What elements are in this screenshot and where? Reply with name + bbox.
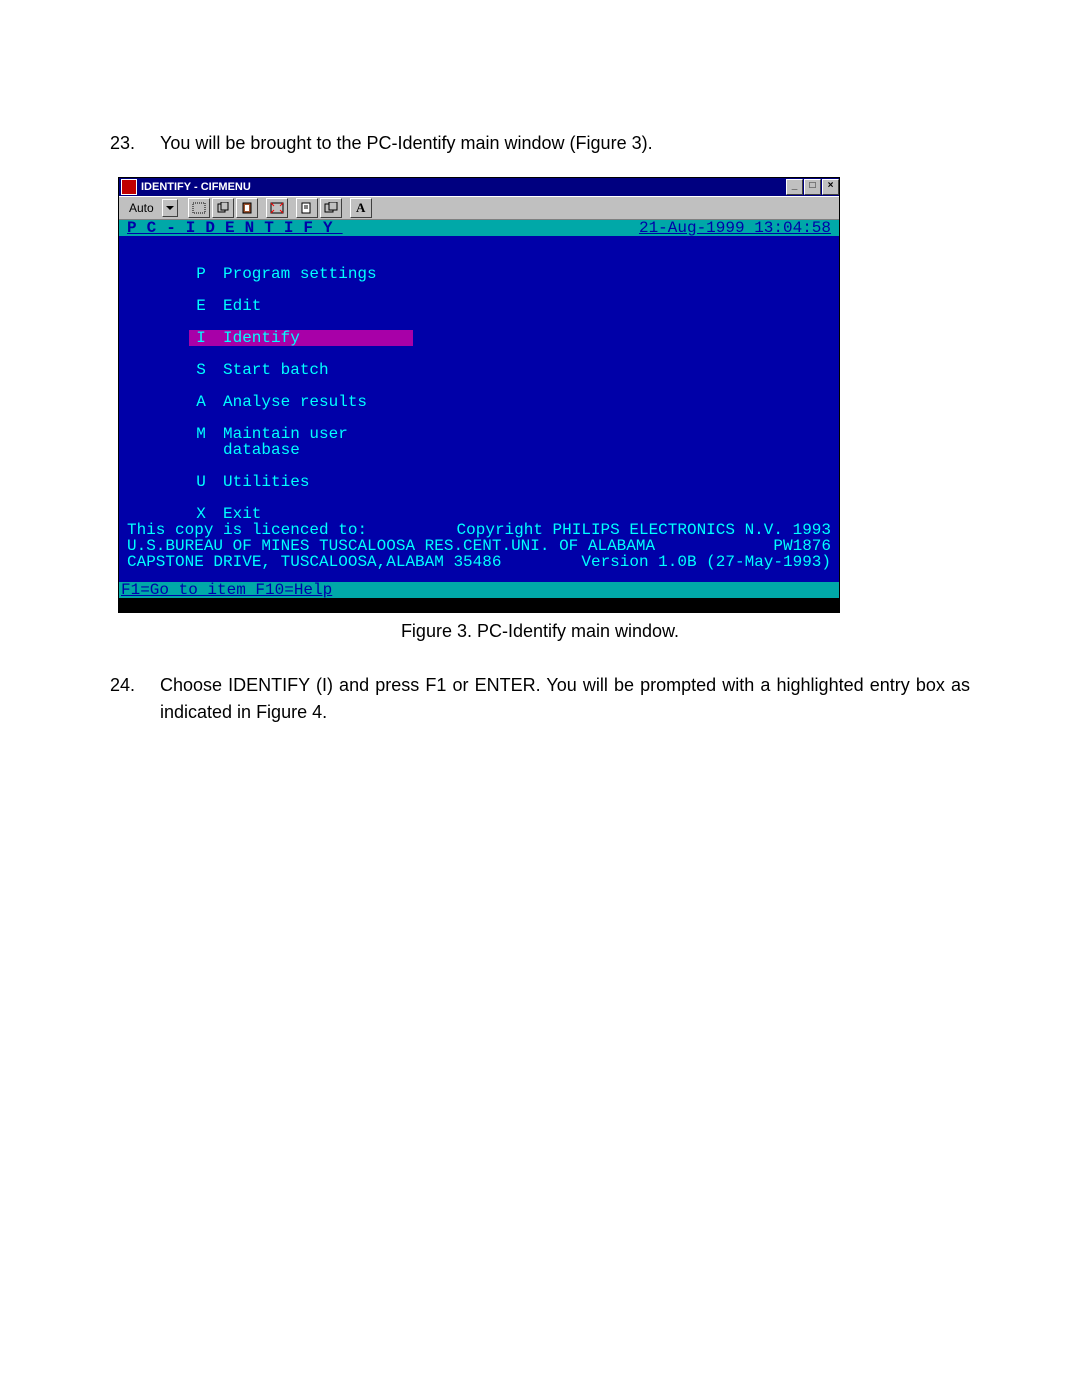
license-line2-left: U.S.BUREAU OF MINES TUSCALOOSA RES.CENT.… (127, 538, 655, 554)
menu-item-utilities[interactable]: U Utilities (189, 474, 839, 490)
background-icon[interactable] (320, 198, 342, 218)
mark-icon[interactable] (188, 198, 210, 218)
menu-item-identify[interactable]: I Identify (189, 330, 839, 346)
terminal-datetime: 21-Aug-1999 13:04:58 (639, 220, 831, 236)
maximize-button[interactable]: □ (804, 179, 821, 195)
font-icon[interactable]: A (350, 198, 372, 218)
step-text: You will be brought to the PC-Identify m… (160, 130, 970, 157)
step-23: 23. You will be brought to the PC-Identi… (110, 130, 970, 157)
terminal-header: PC-IDENTIFY 21-Aug-1999 13:04:58 (119, 220, 839, 236)
license-line1-left: This copy is licenced to: (127, 522, 367, 538)
toolbar-auto-label: Auto (129, 201, 154, 215)
menu-item-analyse-results[interactable]: A Analyse results (189, 394, 839, 410)
license-line1-right: Copyright PHILIPS ELECTRONICS N.V. 1993 (457, 522, 831, 538)
window-title: IDENTIFY - CIFMENU (141, 181, 251, 193)
close-button[interactable]: × (822, 179, 839, 195)
step-number: 23. (110, 130, 160, 157)
properties-icon[interactable] (296, 198, 318, 218)
menu-item-edit[interactable]: E Edit (189, 298, 839, 314)
license-line3-left: CAPSTONE DRIVE, TUSCALOOSA,ALABAM 35486 (127, 554, 501, 570)
figure-caption: Figure 3. PC-Identify main window. (110, 621, 970, 642)
menu-item-program-settings[interactable]: P Program settings (189, 266, 839, 282)
terminal-area: PC-IDENTIFY 21-Aug-1999 13:04:58 P Progr… (119, 220, 839, 612)
minimize-button[interactable]: _ (786, 179, 803, 195)
license-footer: This copy is licenced to: Copyright PHIL… (119, 522, 839, 570)
copy-icon[interactable] (212, 198, 234, 218)
paste-icon[interactable] (236, 198, 258, 218)
window-controls: _ □ × (785, 179, 839, 195)
fullscreen-icon[interactable] (266, 198, 288, 218)
bottom-border (119, 598, 839, 612)
license-line3-right: Version 1.0B (27-May-1993) (581, 554, 831, 570)
app-icon (121, 179, 137, 195)
menu-list: P Program settings E Edit I Identify S S… (119, 236, 839, 522)
step-24: 24. Choose IDENTIFY (I) and press F1 or … (110, 672, 970, 726)
toolbar: Auto A (119, 196, 839, 220)
terminal-title: PC-IDENTIFY (127, 220, 343, 236)
step-text: Choose IDENTIFY (I) and press F1 or ENTE… (160, 672, 970, 726)
status-bar: F1=Go to item F10=Help (119, 582, 839, 598)
step-number: 24. (110, 672, 160, 726)
auto-dropdown[interactable] (162, 199, 178, 217)
menu-item-start-batch[interactable]: S Start batch (189, 362, 839, 378)
menu-item-maintain-db[interactable]: M Maintain user database (189, 426, 839, 458)
license-line2-right: PW1876 (773, 538, 831, 554)
menu-item-exit[interactable]: X Exit (189, 506, 839, 522)
window-titlebar: IDENTIFY - CIFMENU _ □ × (119, 178, 839, 196)
screenshot-pc-identify: IDENTIFY - CIFMENU _ □ × Auto (118, 177, 840, 613)
